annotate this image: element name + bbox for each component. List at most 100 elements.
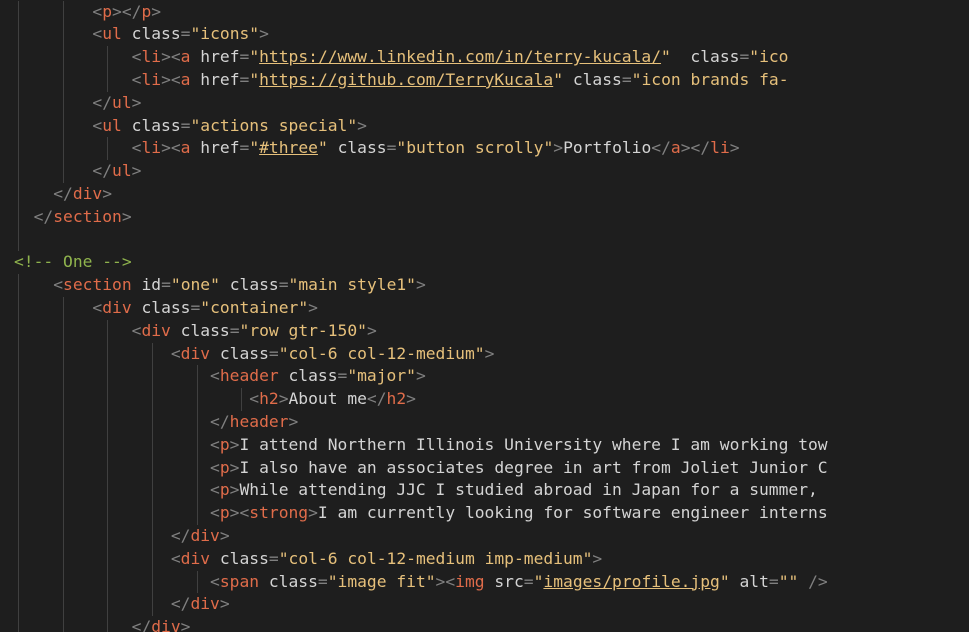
token-tag: h2 — [259, 389, 279, 409]
code-line[interactable]: <div class="col-6 col-12-medium imp-medi… — [14, 548, 602, 571]
code-line[interactable]: <p><strong>I am currently looking for so… — [14, 502, 828, 525]
token-link[interactable]: https://github.com/TerryKucala — [259, 70, 553, 89]
token-string: "one" — [170, 275, 220, 295]
token-punct: > — [308, 297, 318, 317]
token-attr: href — [190, 138, 240, 158]
code-line[interactable]: <ul class="actions special"> — [14, 115, 367, 138]
code-line[interactable]: <li><a href="https://www.linkedin.com/in… — [14, 46, 789, 69]
token-tag: li — [141, 69, 162, 89]
token-punct: >< — [161, 138, 181, 158]
token-punct: > — [229, 457, 240, 477]
token-string: "image fit" — [327, 571, 436, 591]
code-line[interactable]: </div> — [14, 183, 112, 206]
code-line[interactable]: <section id="one" class="main style1"> — [14, 274, 426, 297]
code-line[interactable]: <p></p> — [14, 1, 161, 24]
code-line[interactable]: </header> — [14, 411, 298, 434]
token-tag: p — [219, 480, 230, 500]
token-tag: section — [63, 275, 132, 295]
code-line[interactable]: <header class="major"> — [14, 365, 426, 388]
code-line[interactable]: </div> — [14, 593, 230, 616]
token-punct: < — [131, 320, 142, 340]
token-punct: > — [278, 389, 289, 409]
token-tag: ul — [102, 24, 122, 44]
token-punct: </ — [33, 206, 54, 226]
token-punct: ></ — [680, 138, 711, 158]
token-punct: > — [259, 24, 269, 44]
code-line[interactable]: <p>While attending JJC I studied abroad … — [14, 479, 818, 502]
token-string: "icon brands fa- — [631, 69, 789, 89]
code-line[interactable]: <ul class="icons"> — [14, 23, 269, 46]
code-line[interactable]: </ul> — [14, 92, 141, 115]
token-tag: div — [102, 297, 132, 317]
token-punct: > — [415, 366, 426, 386]
token-string: "major" — [347, 366, 416, 386]
token-punct: /> — [798, 571, 828, 591]
token-attr: class — [278, 366, 338, 386]
token-tag: p — [219, 457, 230, 477]
token-punct: < — [170, 548, 181, 568]
token-punct: ></ — [112, 1, 142, 21]
token-tag: div — [151, 617, 181, 632]
code-line[interactable]: <div class="row gtr-150"> — [14, 320, 377, 343]
code-line[interactable]: </section> — [14, 206, 132, 229]
token-punct: >< — [435, 571, 456, 591]
code-line[interactable]: </div> — [14, 525, 230, 548]
token-tag: img — [455, 571, 485, 591]
code-line[interactable]: <span class="image fit"><img src="images… — [14, 571, 828, 594]
token-text: Portfolio — [563, 138, 652, 158]
token-punct: > — [229, 480, 240, 500]
token-attr: class — [259, 571, 318, 591]
token-punct: > — [366, 320, 377, 340]
token-link[interactable]: images/profile.jpg — [543, 572, 719, 591]
token-punct: = — [621, 69, 632, 89]
token-attr: class — [670, 47, 740, 67]
token-punct: = — [523, 571, 534, 591]
token-punct: < — [92, 24, 103, 44]
token-string: "" — [778, 571, 799, 591]
token-punct: = — [180, 115, 191, 135]
code-line[interactable]: <div class="col-6 col-12-medium"> — [14, 343, 495, 366]
code-editor[interactable]: <p></p> <ul class="icons"> <li><a href="… — [0, 0, 969, 632]
token-link[interactable]: https://www.linkedin.com/in/terry-kucala… — [259, 47, 661, 66]
token-tag: div — [190, 594, 220, 614]
token-tag: a — [180, 69, 191, 89]
code-line[interactable]: <p>I attend Northern Illinois University… — [14, 434, 828, 457]
token-tag: ul — [112, 92, 132, 112]
token-tag: ul — [112, 161, 132, 181]
token-punct: > — [219, 594, 230, 614]
token-punct: > — [229, 434, 240, 454]
code-line[interactable]: <li><a href="#three" class="button scrol… — [14, 137, 740, 160]
token-punct: > — [219, 525, 230, 545]
token-punct: = — [768, 571, 779, 591]
code-line[interactable]: <h2>About me</h2> — [14, 388, 416, 411]
token-punct: = — [161, 275, 171, 295]
token-link[interactable]: #three — [259, 138, 318, 157]
code-line[interactable]: <li><a href="https://github.com/TerryKuc… — [14, 69, 789, 92]
code-line[interactable]: <!-- One --> — [14, 251, 132, 274]
token-tag: div — [180, 548, 211, 568]
code-line[interactable]: <div class="container"> — [14, 297, 318, 320]
token-punct: = — [268, 548, 279, 568]
token-comment: <!-- One --> — [14, 252, 132, 272]
token-tag: a — [180, 47, 191, 67]
token-punct: </ — [131, 617, 152, 632]
code-line[interactable]: </div> — [14, 616, 191, 632]
token-punct: > — [131, 161, 142, 181]
code-line[interactable]: <p>I also have an associates degree in a… — [14, 457, 828, 480]
token-attr: class — [121, 115, 181, 135]
token-punct: >< — [229, 503, 250, 523]
token-string: " — [249, 47, 260, 67]
token-string: " — [317, 138, 328, 158]
code-line[interactable]: </ul> — [14, 160, 141, 183]
token-tag: li — [710, 138, 730, 158]
token-punct: < — [210, 434, 220, 454]
